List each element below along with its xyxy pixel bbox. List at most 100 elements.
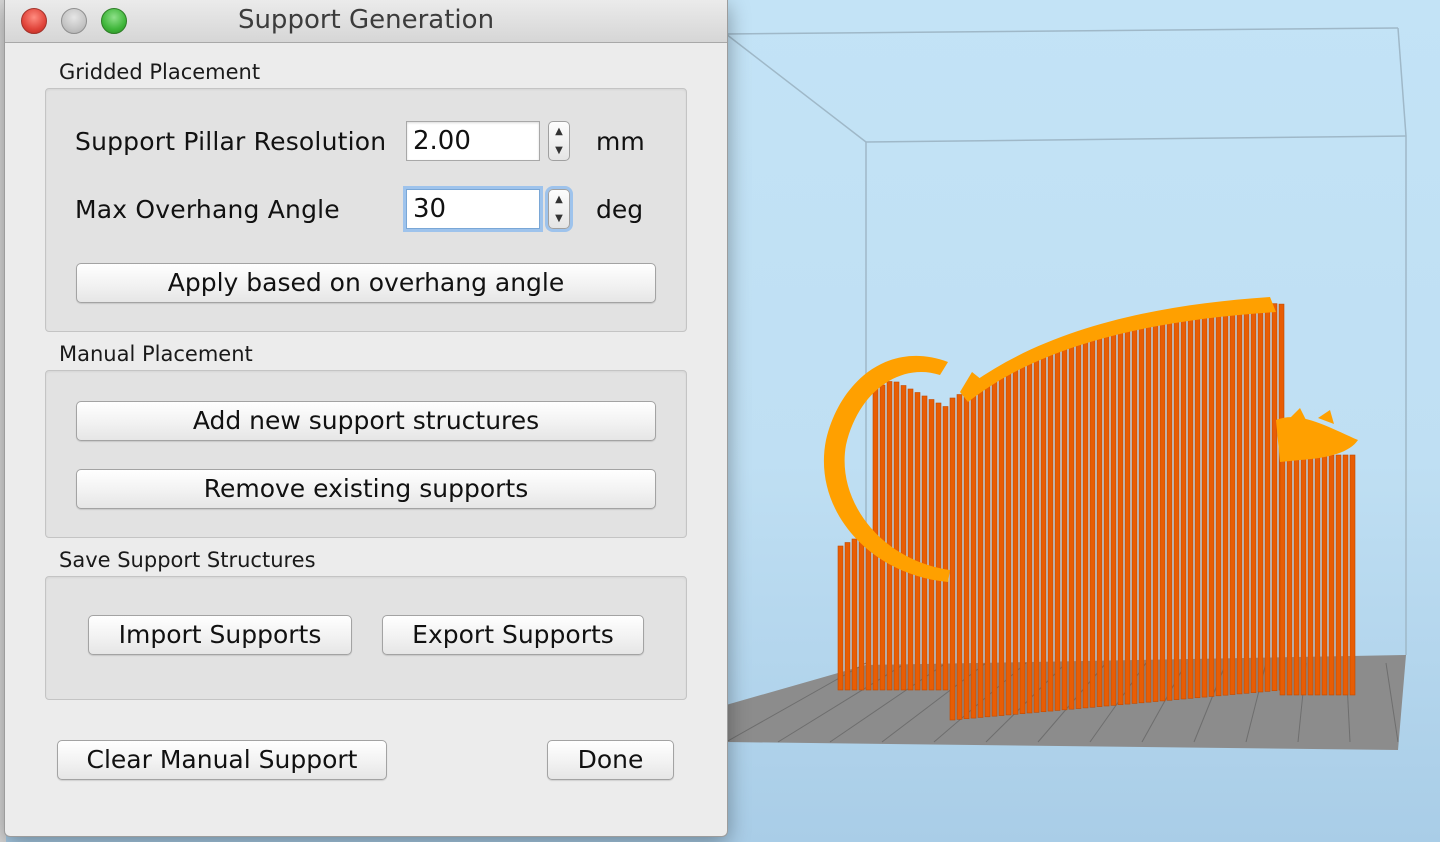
stepper-down-icon[interactable]: ▼: [549, 209, 569, 228]
support-pillar: [984, 380, 991, 718]
stepper-down-icon[interactable]: ▼: [549, 141, 569, 160]
support-pillar: [1145, 316, 1152, 703]
window-title: Support Generation: [237, 5, 495, 35]
stepper-up-icon[interactable]: ▲: [549, 190, 569, 209]
support-pillar: [1187, 307, 1194, 699]
done-button[interactable]: Done: [547, 740, 674, 780]
support-pillar: [1328, 454, 1335, 696]
support-pillar: [1082, 336, 1089, 709]
support-pillar: [1026, 360, 1033, 714]
support-pillar: [921, 395, 928, 691]
support-pillar: [1236, 302, 1243, 695]
support-pillar: [1194, 306, 1201, 699]
gridded-placement-group: Support Pillar Resolution ▲ ▼ mm Max Ove…: [45, 88, 687, 332]
support-pillar: [1159, 313, 1166, 702]
add-supports-button[interactable]: Add new support structures: [76, 401, 656, 441]
support-pillar: [963, 390, 970, 720]
support-pillar: [1201, 305, 1208, 698]
support-pillar: [879, 384, 886, 691]
support-pillar: [1300, 454, 1307, 696]
pillar-resolution-label: Support Pillar Resolution: [75, 127, 387, 156]
support-pillar: [865, 531, 872, 691]
support-pillar: [1349, 454, 1356, 696]
support-pillar: [886, 381, 893, 691]
support-pillar: [837, 545, 844, 691]
support-pillar: [1110, 326, 1117, 706]
support-pillar: [1068, 342, 1075, 710]
title-bar[interactable]: Support Generation: [5, 0, 727, 43]
save-structures-group: Import Supports Export Supports: [45, 576, 687, 700]
save-structures-label: Save Support Structures: [59, 548, 316, 572]
support-pillar: [1173, 310, 1180, 700]
export-supports-button[interactable]: Export Supports: [382, 615, 644, 655]
support-pillar: [1215, 304, 1222, 697]
pillar-resolution-stepper[interactable]: ▲ ▼: [548, 121, 570, 161]
support-pillar: [1075, 339, 1082, 709]
support-pillar: [1222, 303, 1229, 696]
manual-placement-label: Manual Placement: [59, 342, 253, 366]
support-pillar: [1040, 354, 1047, 713]
support-pillar: [858, 535, 865, 691]
support-pillar: [1314, 454, 1321, 696]
support-pillar: [998, 373, 1005, 716]
overhang-angle-stepper[interactable]: ▲ ▼: [548, 189, 570, 229]
import-supports-button[interactable]: Import Supports: [88, 615, 352, 655]
support-pillar: [1033, 357, 1040, 713]
support-pillar: [1124, 322, 1131, 705]
support-pillar: [1321, 454, 1328, 696]
support-pillar: [1286, 454, 1293, 696]
support-pillar: [851, 538, 858, 691]
clear-manual-support-button[interactable]: Clear Manual Support: [57, 740, 387, 780]
support-pillar: [942, 406, 949, 691]
overhang-angle-input[interactable]: [406, 189, 540, 229]
support-pillar: [977, 383, 984, 718]
support-pillar: [935, 402, 942, 691]
support-pillar: [1250, 302, 1257, 693]
support-pillar: [970, 387, 977, 719]
support-pillar: [1089, 334, 1096, 708]
support-pillar: [1054, 348, 1061, 711]
support-pillar: [914, 392, 921, 691]
support-pillar: [1307, 454, 1314, 696]
support-pillar: [1152, 314, 1159, 702]
remove-supports-button[interactable]: Remove existing supports: [76, 469, 656, 509]
support-pillar: [1264, 302, 1271, 692]
stepper-up-icon[interactable]: ▲: [549, 122, 569, 141]
support-pillar: [1180, 308, 1187, 700]
support-pillar: [1335, 454, 1342, 696]
support-pillar: [844, 542, 851, 691]
support-pillar: [1131, 320, 1138, 704]
support-pillar: [1166, 311, 1173, 701]
support-generation-dialog: Support Generation Gridded Placement Sup…: [4, 0, 728, 837]
manual-placement-group: Add new support structures Remove existi…: [45, 370, 687, 538]
support-pillar: [1061, 345, 1068, 711]
support-pillar: [1117, 324, 1124, 706]
support-pillar: [1271, 303, 1278, 692]
support-pillar: [991, 376, 998, 717]
overhang-angle-label: Max Overhang Angle: [75, 195, 340, 224]
support-pillar: [1047, 351, 1054, 712]
support-pillar: [1293, 454, 1300, 696]
pillar-resolution-input[interactable]: [406, 121, 540, 161]
support-pillar: [1019, 363, 1026, 714]
overhang-angle-unit: deg: [596, 195, 644, 224]
support-pillar: [907, 388, 914, 691]
support-pillar: [1279, 454, 1286, 696]
support-pillar: [1257, 302, 1264, 693]
support-pillar: [1208, 304, 1215, 697]
support-pillar: [893, 381, 900, 691]
support-pillar: [1103, 329, 1110, 707]
support-pillar: [956, 394, 963, 720]
support-pillar: [900, 385, 907, 691]
support-pillar: [1342, 454, 1349, 696]
support-pillar: [1005, 370, 1012, 716]
support-pillar: [1229, 303, 1236, 695]
support-pillar: [928, 399, 935, 691]
gridded-placement-label: Gridded Placement: [59, 60, 261, 84]
support-pillar: [949, 397, 956, 721]
support-pillar: [1012, 366, 1019, 715]
apply-overhang-button[interactable]: Apply based on overhang angle: [76, 263, 656, 303]
pillar-resolution-unit: mm: [596, 127, 645, 156]
support-pillar: [1243, 302, 1250, 694]
support-pillar: [1096, 331, 1103, 707]
